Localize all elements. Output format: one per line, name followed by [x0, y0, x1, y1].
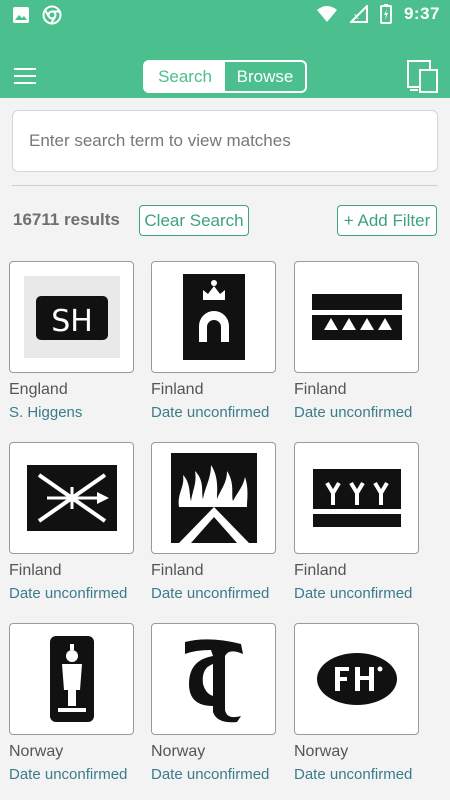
result-card[interactable]: Finland Date unconfirmed — [294, 442, 419, 602]
tab-search[interactable]: Search — [145, 62, 225, 91]
mark-thumbnail — [151, 623, 276, 735]
mark-country: England — [9, 381, 68, 398]
result-card[interactable]: Finland Date unconfirmed — [9, 442, 134, 602]
mark-thumbnail — [294, 623, 419, 735]
battery-icon — [379, 4, 392, 24]
search-browse-toggle: Search Browse — [143, 60, 307, 93]
status-time: 9:37 — [403, 4, 440, 23]
script-letter-mark-image — [184, 639, 243, 723]
mark-thumbnail — [151, 442, 276, 554]
mark-maker: Date unconfirmed — [151, 404, 270, 421]
result-card[interactable]: Finland Date unconfirmed — [151, 261, 276, 421]
result-card[interactable]: Norway Date unconfirmed — [294, 623, 419, 783]
result-card[interactable]: Finland Date unconfirmed — [151, 442, 276, 602]
search-box — [12, 110, 438, 172]
mark-maker: Date unconfirmed — [9, 585, 128, 602]
search-input[interactable] — [13, 111, 437, 171]
flames-mark-image — [170, 453, 257, 543]
mark-maker: S. Higgens — [9, 404, 83, 421]
mark-maker: Date unconfirmed — [151, 766, 270, 783]
mark-maker: Date unconfirmed — [294, 585, 413, 602]
mark-country: Norway — [9, 743, 64, 760]
image-icon — [13, 7, 29, 23]
mark-country: Finland — [9, 562, 62, 579]
app-bar: Search Browse — [0, 30, 450, 98]
figure-mark-image — [49, 636, 94, 722]
crown-horseshoe-mark-image — [182, 274, 245, 360]
mark-thumbnail — [294, 261, 419, 373]
svg-text:SH: SH — [51, 304, 93, 339]
result-card[interactable]: Finland Date unconfirmed — [294, 261, 419, 421]
signal-icon: x — [349, 5, 368, 23]
crossed-swords-mark-image — [26, 465, 117, 531]
device-icon[interactable] — [406, 60, 440, 94]
mark-thumbnail — [151, 261, 276, 373]
mark-thumbnail — [9, 623, 134, 735]
divider — [12, 185, 438, 186]
mark-maker: Date unconfirmed — [151, 585, 270, 602]
tab-browse[interactable]: Browse — [225, 62, 305, 91]
mark-country: Finland — [151, 562, 204, 579]
mark-country: Finland — [294, 381, 347, 398]
wifi-icon — [316, 6, 337, 22]
mark-maker: Date unconfirmed — [294, 766, 413, 783]
triangles-mark-image — [311, 294, 402, 340]
add-filter-button[interactable]: + Add Filter — [337, 205, 437, 236]
status-bar: x 9:37 — [0, 0, 450, 30]
mark-maker: Date unconfirmed — [294, 404, 413, 421]
mark-country: Norway — [294, 743, 349, 760]
mark-thumbnail — [294, 442, 419, 554]
trees-mark-image — [312, 469, 401, 527]
mark-thumbnail — [9, 442, 134, 554]
sh-mark-image: SH — [23, 276, 120, 358]
result-card[interactable]: SH England S. Higgens — [9, 261, 134, 421]
mark-maker: Date unconfirmed — [9, 766, 128, 783]
mark-country: Finland — [294, 562, 347, 579]
mark-country: Finland — [151, 381, 204, 398]
mark-country: Norway — [151, 743, 206, 760]
mark-thumbnail: SH — [9, 261, 134, 373]
fh-oval-mark-image — [316, 653, 397, 705]
result-card[interactable]: Norway Date unconfirmed — [151, 623, 276, 783]
results-count: 16711 results — [13, 210, 120, 229]
svg-text:x: x — [354, 11, 359, 21]
chrome-icon — [42, 5, 62, 25]
hamburger-icon[interactable] — [14, 68, 36, 84]
result-card[interactable]: Norway Date unconfirmed — [9, 623, 134, 783]
clear-search-button[interactable]: Clear Search — [139, 205, 249, 236]
